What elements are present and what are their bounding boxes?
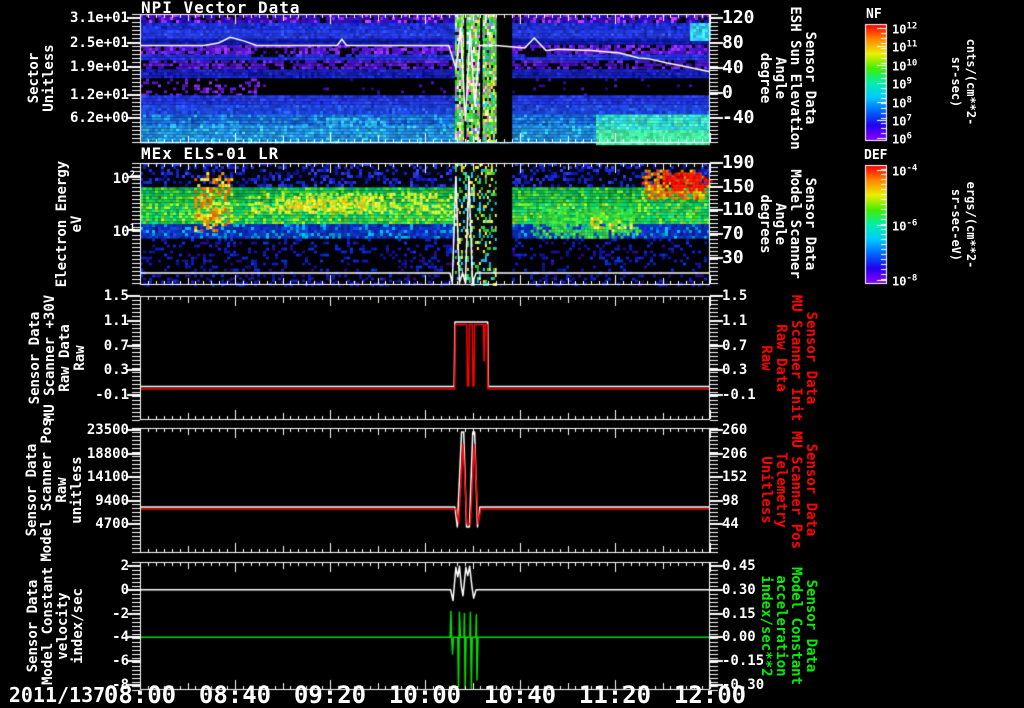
panel-els-left-axis-label: Electron Energy eV xyxy=(54,160,85,288)
panel-telemetry-right-axis-label: Sensor Data MU Scanner Pos Telemetry Uni… xyxy=(758,430,819,550)
y-tick-label-right: 0.7 xyxy=(722,337,748,354)
colorbar-tick-label: 1011 xyxy=(892,39,918,55)
y-tick-label-right: 1.1 xyxy=(722,312,748,329)
y-tick-label-left: 0.3 xyxy=(103,362,129,379)
colorbar-tick-label: 10-8 xyxy=(892,273,918,289)
x-tick-label: 10:00 xyxy=(388,681,462,708)
colorbar-tick-label: 109 xyxy=(892,76,912,92)
y-tick-label-right: 152 xyxy=(722,469,748,486)
plots-canvas xyxy=(0,0,1024,708)
x-tick-label: 10:40 xyxy=(483,681,557,708)
y-tick-label-right: 0.15 xyxy=(722,605,756,622)
y-tick-label-right: -40 xyxy=(722,107,755,128)
y-tick-label-left: -0.1 xyxy=(95,387,129,404)
panel-npi-right-axis-label: Sensor Data ESH Sun Elevation Angle degr… xyxy=(757,6,818,150)
y-tick-label-left: 0.7 xyxy=(103,337,129,354)
y-tick-label-right: 0.30 xyxy=(722,581,756,598)
y-tick-label-right: 0.3 xyxy=(722,362,748,379)
y-tick-label-right: 0.00 xyxy=(722,629,756,646)
panel-npi-title: NPI Vector Data xyxy=(141,0,301,17)
y-tick-label-right: 44 xyxy=(722,516,739,533)
y-tick-label-right: 1.5 xyxy=(722,288,748,304)
colorbar-def-units: ergs/(cm**2-sr-sec-eV) xyxy=(949,181,978,269)
date-label: 2011/137 xyxy=(8,683,106,707)
y-tick-label-left: 14100 xyxy=(86,469,129,486)
y-tick-label-left: 1.5 xyxy=(103,288,129,304)
y-tick-label-left: -6 xyxy=(112,652,129,669)
y-tick-label-right: 30 xyxy=(722,246,744,268)
panel-npi-left-axis-label: Sector Unitless xyxy=(26,44,57,112)
x-tick-label: 12:00 xyxy=(673,681,747,708)
colorbar-nf-title: NF xyxy=(866,7,882,22)
y-tick-label-right: 110 xyxy=(722,199,755,221)
colorbar-tick-label: 1010 xyxy=(892,58,918,74)
y-tick-label-right: 0.45 xyxy=(722,558,756,575)
colorbar-tick-label: 10-6 xyxy=(892,218,918,234)
y-tick-label-right: -0.15 xyxy=(722,652,765,669)
y-tick-label-left: 4700 xyxy=(95,516,129,533)
panel-mu30v-left-axis-label: Sensor Data MU Scanner +30V Raw Data Raw xyxy=(27,294,88,422)
y-tick-label-right: 260 xyxy=(722,421,748,438)
colorbar-tick-label: 1012 xyxy=(892,21,918,37)
x-tick-label: 08:00 xyxy=(103,681,177,708)
x-tick-label: 11:20 xyxy=(578,681,652,708)
colorbar-tick-label: 106 xyxy=(892,131,912,147)
panel-els-right-axis-label: Sensor Data Model Scanner Angle degrees xyxy=(757,169,818,279)
y-tick-label-left: -4 xyxy=(112,629,129,646)
panel-scanner-pos-left-axis-label: Sensor Data Model Scanner Pos Raw unitle… xyxy=(24,418,85,562)
y-tick-label-left: 9400 xyxy=(95,492,129,509)
y-tick-label-left: 2 xyxy=(120,558,129,575)
colorbar-def-title: DEF xyxy=(864,148,888,163)
science-plot-screen: NPI Vector Data MEx ELS-01 LR Sector Uni… xyxy=(0,0,1024,708)
y-tick-label-right: 190 xyxy=(722,152,755,173)
y-tick-label-right: -0.1 xyxy=(722,387,756,404)
y-tick-label-left: 23500 xyxy=(86,421,129,438)
y-tick-label-right: 120 xyxy=(722,7,755,28)
x-tick-label: 09:20 xyxy=(293,681,367,708)
y-tick-label-left: -2 xyxy=(112,605,129,622)
y-tick-label-left: 102 xyxy=(112,170,135,187)
y-tick-label-left: 0 xyxy=(120,581,129,598)
y-tick-label-right: 0 xyxy=(722,82,733,103)
y-tick-label-right: 70 xyxy=(722,223,744,245)
y-tick-label-left: 1.1 xyxy=(103,312,129,329)
y-tick-label-right: 150 xyxy=(722,175,755,197)
x-tick-label: 08:40 xyxy=(198,681,272,708)
y-tick-label-right: 80 xyxy=(722,32,744,53)
y-tick-label-left: 1.9e+01 xyxy=(69,58,129,75)
panel-els-title: MEx ELS-01 LR xyxy=(141,144,280,163)
colorbar-nf-units: cnts/(cm**2-sr-sec) xyxy=(949,38,978,126)
y-tick-label-right: 98 xyxy=(722,492,739,509)
y-tick-label-left: 101 xyxy=(112,223,135,240)
panel-acceleration-right-axis-label: Sensor Data Model Constant acceleration … xyxy=(758,566,819,686)
colorbar-tick-label: 108 xyxy=(892,95,912,111)
colorbar-tick-label: 10-4 xyxy=(892,163,918,179)
y-tick-label-right: 40 xyxy=(722,57,744,78)
panel-velocity-left-axis-label: Sensor Data Model Constant velocity inde… xyxy=(25,566,86,686)
y-tick-label-left: 3.1e+01 xyxy=(69,10,129,27)
y-tick-label-left: 6.2e+00 xyxy=(69,110,129,127)
y-tick-label-left: 18800 xyxy=(86,445,129,462)
y-tick-label-left: 2.5e+01 xyxy=(69,34,129,51)
y-tick-label-left: 1.2e+01 xyxy=(69,86,129,103)
colorbar-tick-label: 107 xyxy=(892,113,912,129)
panel-mu-init-right-axis-label: Sensor Data MU Scanner Init Raw Data Raw xyxy=(758,294,819,422)
y-tick-label-right: 206 xyxy=(722,445,748,462)
